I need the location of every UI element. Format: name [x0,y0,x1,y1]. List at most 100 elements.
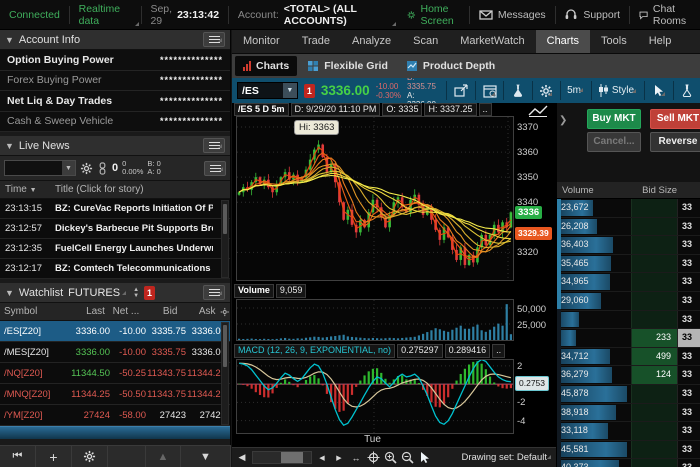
ladder-bid-size-cell[interactable] [631,459,677,467]
chat-rooms-button[interactable]: Chat Rooms [630,0,700,30]
calendar-button[interactable] [482,82,498,100]
account-info-menu-button[interactable] [203,32,225,47]
ladder-price-cell[interactable]: 33 [677,422,700,440]
zoom-out-button[interactable] [400,450,414,465]
ladder-price-cell[interactable]: 33 [677,403,700,422]
panel-expander[interactable]: ❯ [559,115,567,126]
step-forward-button[interactable]: ▶ [332,450,346,465]
price-pane[interactable] [236,116,514,281]
ladder-row[interactable]: 45,581 33 [557,440,700,460]
watchlist-row[interactable]: /ES[Z20] 3336.00 -10.00 3335.75 3336.00 [0,321,230,342]
ladder-price-cell[interactable]: 33 [677,459,700,467]
tab-charts[interactable]: Charts [535,30,591,53]
news-row[interactable]: 23:12:57 Dickey's Barbecue Pit Supports B… [0,219,230,239]
wl-col-symbol[interactable]: Symbol [0,306,57,317]
ladder-bid-size-cell[interactable] [631,384,677,403]
tab-analyze[interactable]: Analyze [341,30,402,53]
ladder-scrollbar-thumb[interactable] [557,199,561,309]
news-toolbar-menu-button[interactable] [204,160,226,176]
ladder-price-cell[interactable]: 33 [677,384,700,403]
cursor-tool-button[interactable] [651,82,667,100]
ladder-price-cell[interactable]: 33 [677,310,700,329]
link-icon[interactable] [97,161,108,175]
ladder-price-cell[interactable]: 33 [677,291,700,310]
ladder-row[interactable]: 45,878 33 [557,384,700,404]
ladder-price-cell[interactable]: 33 [677,440,700,459]
tab-scan[interactable]: Scan [402,30,449,53]
ladder-bid-size-cell[interactable] [631,440,677,459]
ladder-bid-size-cell[interactable] [631,254,677,273]
subtab-product-depth[interactable]: Product Depth [398,56,503,76]
ladder-price-cell[interactable]: 33 [677,254,700,273]
ladder-bid-size-cell[interactable] [631,199,677,217]
wl-col-last[interactable]: Last [57,306,105,317]
watchlist-scrollbar[interactable] [221,322,229,425]
live-news-header[interactable]: ▼ Live News [0,136,230,156]
ladder-bid-size-cell[interactable] [631,217,677,236]
ladder-price-cell[interactable]: 33 [677,236,700,254]
scroll-up-button[interactable]: ▲ [145,445,181,467]
ladder-bid-size-cell[interactable] [631,422,677,440]
wl-col-net[interactable]: Net ... [105,306,140,317]
ladder-row[interactable]: 26,208 33 [557,217,700,237]
ladder-bid-size-cell[interactable]: 124 [631,366,677,384]
ladder-row[interactable]: 34,712 499 33 [557,347,700,367]
ladder-price-cell[interactable]: 33 [677,199,700,217]
watchlist-menu-button[interactable] [203,285,225,300]
reverse-button[interactable]: Reverse [650,132,700,152]
ladder-row[interactable]: 34,965 33 [557,273,700,292]
macd-pane[interactable] [236,359,514,434]
watchlist-spinner[interactable]: ▲ ▼ [133,287,139,299]
gear-icon[interactable] [80,162,93,175]
style-selector[interactable]: Style [598,84,638,97]
ladder-bid-size-cell[interactable] [631,403,677,422]
buy-mkt-button[interactable]: Buy MKT [587,109,641,129]
ladder-bid-size-cell[interactable] [631,291,677,310]
subtab-flexible-grid[interactable]: Flexible Grid [299,56,396,76]
chart-scrollbar-thumb[interactable] [281,452,303,463]
share-button[interactable] [453,82,469,100]
wl-col-ask[interactable]: Ask [177,306,216,317]
ladder-scrollbar[interactable] [557,199,561,467]
chart-scrollbar[interactable] [252,451,312,464]
watchlist-row[interactable]: /YM[Z20] 27424 -58.00 27423 27425 [0,405,230,426]
tab-marketwatch[interactable]: MarketWatch [449,30,535,53]
price-axis-column[interactable]: 3370 3360 3350 3340 3320 3336 3329.39 50,000 25,… [514,103,556,447]
ladder-price-cell[interactable]: 33 [677,329,700,347]
collapse-left-button[interactable]: ⏮ [0,445,36,467]
scroll-down-button[interactable]: ▼ [181,445,231,467]
flask-button[interactable] [510,82,526,100]
news-row[interactable]: 23:13:15 BZ: CureVac Reports Initiation O… [0,199,230,219]
account-info-header[interactable]: ▼ Account Info [0,30,230,50]
cursor-icon[interactable] [417,450,431,465]
zigzag-icon[interactable] [528,104,548,117]
gear-icon[interactable] [220,307,230,317]
alert-badge[interactable]: 1 [144,285,156,300]
home-screen-button[interactable]: Home Screen [398,0,469,30]
studies-flask-button[interactable] [679,82,695,100]
account-info-row[interactable]: Option Buying Power ************** [0,50,230,71]
volume-pane[interactable] [236,299,514,341]
wl-col-bid[interactable]: Bid [139,306,177,317]
ladder-price-cell[interactable]: 33 [677,366,700,384]
watchlist-partial-row[interactable] [0,426,230,439]
support-button[interactable]: Support [555,0,629,30]
messages-button[interactable]: Messages [470,0,555,30]
scroll-left-button[interactable]: ◀ [235,450,249,465]
ladder-row[interactable]: 38,918 33 [557,403,700,423]
live-news-menu-button[interactable] [203,138,225,153]
alert-badge[interactable]: 1 [303,83,315,98]
drawing-set-selector[interactable]: Drawing set: Default [461,452,553,463]
news-row[interactable]: 23:12:35 FuelCell Energy Launches Underwr… [0,239,230,259]
watchlist-selector[interactable]: FUTURES [68,287,128,299]
ladder-bid-size-cell[interactable]: 499 [631,347,677,366]
symbol-input[interactable]: /ES ▼ [237,82,298,99]
watchlist-header[interactable]: ▼ Watchlist FUTURES ▲ ▼ 1 [0,283,230,303]
ladder-price-cell[interactable]: 33 [677,273,700,291]
news-col-time[interactable]: Time ▼ [0,184,55,195]
realtime-data-menu[interactable]: Realtime data [70,0,141,30]
ladder-col-volume[interactable]: Volume [557,185,631,196]
ladder-bid-size-cell[interactable] [631,236,677,254]
watchlist-row[interactable]: /NQ[Z20] 11344.50 -50.25 11343.75 11344.25 [0,363,230,384]
account-info-row[interactable]: Net Liq & Day Trades ************** [0,91,230,112]
